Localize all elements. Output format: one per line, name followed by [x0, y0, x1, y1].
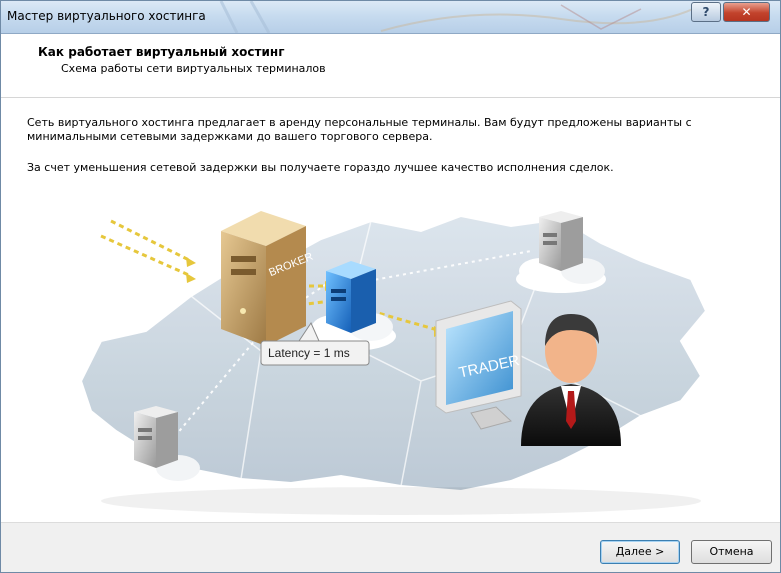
window-title: Мастер виртуального хостинга [7, 9, 206, 23]
close-x-icon: ✕ [741, 5, 752, 19]
cancel-button[interactable]: Отмена [691, 540, 772, 564]
wizard-content: Сеть виртуального хостинга предлагает в … [1, 98, 780, 522]
description-paragraph-2: За счет уменьшения сетевой задержки вы п… [27, 161, 614, 174]
description-paragraph-1: Сеть виртуального хостинга предлагает в … [27, 116, 692, 143]
page-title: Как работает виртуальный хостинг [38, 45, 285, 59]
latency-label: Latency = 1 ms [268, 346, 350, 360]
wizard-header: Как работает виртуальный хостинг Схема р… [1, 34, 780, 98]
close-button[interactable]: ✕ [723, 2, 770, 22]
next-button[interactable]: Далее > [600, 540, 680, 564]
hosting-scheme-illustration: BROKER Latency = 1 ms TRADER [79, 211, 708, 515]
help-button[interactable]: ? [691, 2, 721, 22]
broker-server: BROKER [221, 211, 315, 346]
wizard-window: Мастер виртуального хостинга ? ✕ Как раб… [0, 0, 781, 573]
title-bar[interactable]: Мастер виртуального хостинга ? ✕ [1, 1, 780, 34]
wizard-footer: Далее > Отмена [1, 522, 780, 572]
page-subtitle: Схема работы сети виртуальных терминалов [61, 62, 326, 75]
question-mark-icon: ? [702, 5, 710, 19]
